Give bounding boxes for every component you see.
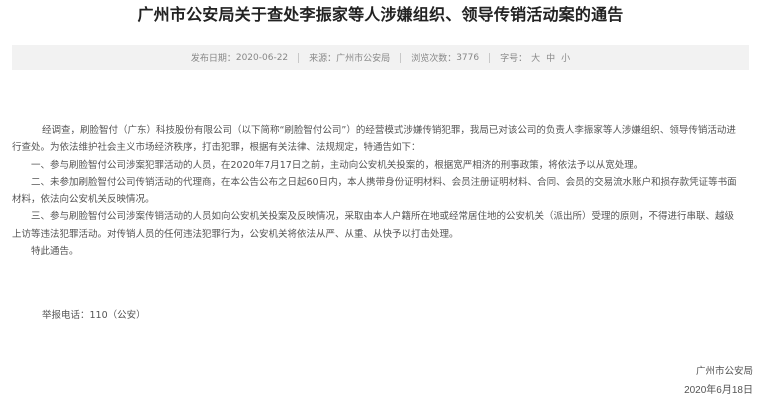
report-hotline: 举报电话：110（公安） <box>42 309 146 323</box>
page-title: 广州市公安局关于查处李振家等人涉嫌组织、领导传销活动案的通告 <box>137 5 624 24</box>
font-size-small-button[interactable]: 小 <box>561 51 570 64</box>
signature-date: 2020年6月18日 <box>684 385 753 396</box>
article-body: 经调查，刷脸智付（广东）科技股份有限公司（以下简称“刷脸智付公司”）的经营模式涉… <box>12 122 738 260</box>
paragraph-closing: 特此通告。 <box>31 246 79 258</box>
source-label: 来源： <box>309 54 337 64</box>
meta-divider <box>298 52 300 63</box>
signature-block: 广州市公安局 2020年6月18日 <box>684 362 753 400</box>
article-meta-bar: 发布日期： 2020-06-22 来源： 广州市公安局 浏览次数： 3776 字… <box>12 45 749 70</box>
views-label: 浏览次数： <box>411 54 457 64</box>
font-size-medium-button[interactable]: 中 <box>546 51 555 64</box>
publish-date-label: 发布日期： <box>190 54 236 64</box>
meta-divider <box>400 52 402 63</box>
hotline-label: 举报电话： <box>42 310 90 321</box>
paragraph-item-3: 三、参与刷脸智付公司涉案传销活动的人员如向公安机关投案及反映情况，采取由本人户籍… <box>12 211 735 240</box>
font-size-label: 字号： <box>500 54 528 64</box>
signature-org: 广州市公安局 <box>695 366 753 377</box>
font-size-large-button[interactable]: 大 <box>531 51 540 64</box>
meta-divider <box>489 52 491 63</box>
source-value: 广州市公安局 <box>336 54 391 64</box>
paragraph-intro: 经调查，刷脸智付（广东）科技股份有限公司（以下简称“刷脸智付公司”）的经营模式涉… <box>12 125 736 154</box>
hotline-number: 110（公安） <box>89 310 146 321</box>
publish-date: 2020-06-22 <box>235 52 289 63</box>
paragraph-item-1: 一、参与刷脸智付公司涉案犯罪活动的人员，在2020年7月17日之前，主动向公安机… <box>31 159 644 171</box>
paragraph-item-2: 二、未参加刷脸智付公司传销活动的代理商，在本公告公布之日起60日内，本人携带身份… <box>12 176 737 206</box>
views-count: 3776 <box>456 52 480 63</box>
